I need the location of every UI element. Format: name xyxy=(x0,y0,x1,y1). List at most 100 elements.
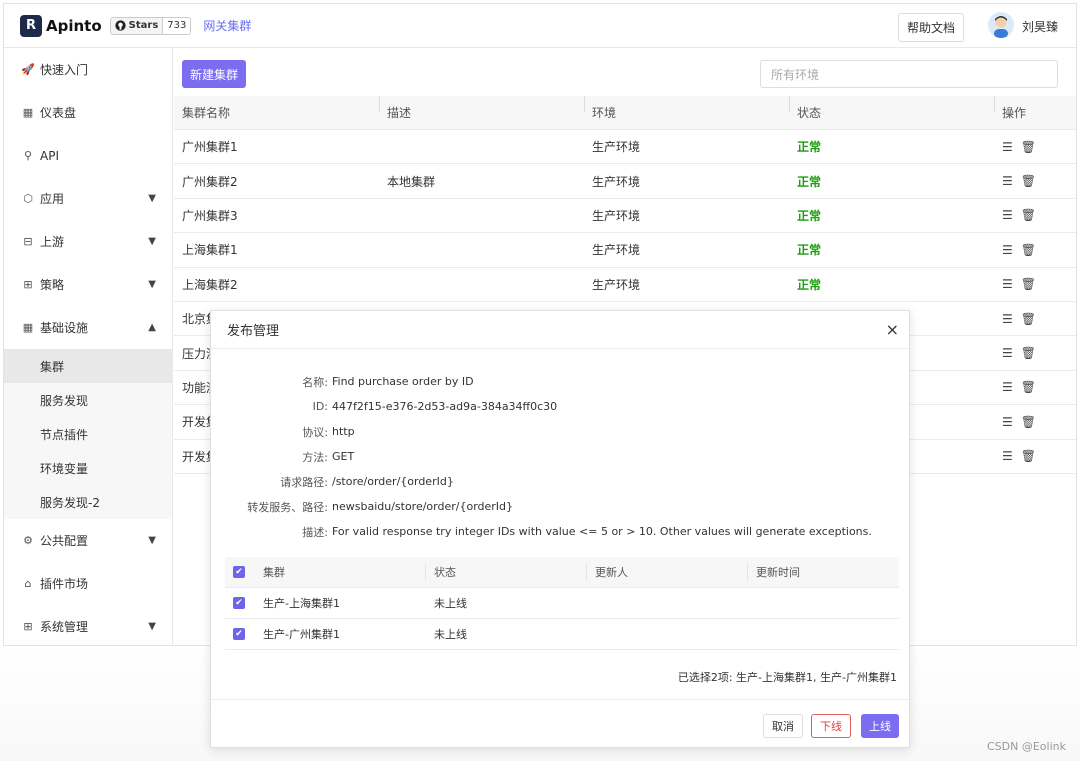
table-row[interactable]: 上海集群2 生产环境 正常 ☰ 🗑 xyxy=(174,268,1076,302)
sidebar-subitem-node-plugin[interactable]: 节点插件 xyxy=(4,417,172,451)
sidebar-item-infrastructure[interactable]: ▦ 基础设施 ▲ xyxy=(4,306,172,349)
sub-column-time: 更新时间 xyxy=(747,564,897,580)
table-row[interactable]: ✔ 生产-广州集群1 未上线 xyxy=(225,619,899,650)
delete-icon[interactable]: 🗑 xyxy=(1021,312,1036,326)
cell-status: 正常 xyxy=(797,277,822,292)
view-icon[interactable]: ☰ xyxy=(1002,277,1013,291)
view-icon[interactable]: ☰ xyxy=(1002,312,1013,326)
cancel-button[interactable]: 取消 xyxy=(763,714,803,738)
sidebar-item-plugin-market[interactable]: ⌂ 插件市场 xyxy=(4,562,172,605)
row-checkbox[interactable]: ✔ xyxy=(233,628,245,640)
cell-name: 广州集群2 xyxy=(182,174,238,189)
select-all-checkbox[interactable]: ✔ xyxy=(233,566,245,578)
chevron-down-icon: ▼ xyxy=(148,279,156,290)
sidebar-item-strategy[interactable]: ⊞ 策略 ▼ xyxy=(4,263,172,306)
column-header-name: 集群名称 xyxy=(182,106,231,120)
cell-status: 未上线 xyxy=(434,628,467,641)
close-icon[interactable]: × xyxy=(886,320,899,339)
cell-status: 未上线 xyxy=(434,597,467,610)
sidebar-item-common-config[interactable]: ⚙ 公共配置 ▼ xyxy=(4,519,172,562)
info-label: 请求路径: xyxy=(280,475,328,489)
sub-column-status: 状态 xyxy=(425,564,586,580)
table-row[interactable]: ✔ 生产-上海集群1 未上线 xyxy=(225,588,899,619)
infrastructure-icon: ▦ xyxy=(22,321,34,334)
sidebar-item-system[interactable]: ⊞ 系统管理 ▼ xyxy=(4,605,172,645)
offline-button[interactable]: 下线 xyxy=(811,714,851,738)
cell-actions: ☰ 🗑 xyxy=(994,208,1076,222)
help-docs-button[interactable]: 帮助文档 xyxy=(897,13,964,42)
cell-env: 生产环境 xyxy=(592,277,641,292)
cell-name: 广州集群3 xyxy=(182,208,238,223)
view-icon[interactable]: ☰ xyxy=(1002,380,1013,394)
cell-actions: ☰ 🗑 xyxy=(994,174,1076,188)
sidebar-subitem-discovery-2[interactable]: 服务发现-2 xyxy=(4,485,172,519)
sidebar-subitem-discovery[interactable]: 服务发现 xyxy=(4,383,172,417)
info-value: For valid response try integer IDs with … xyxy=(332,525,872,538)
table-row[interactable]: 上海集群1 生产环境 正常 ☰ 🗑 xyxy=(174,233,1076,268)
github-stars-count: 733 xyxy=(162,17,190,34)
logo[interactable]: R Apinto xyxy=(20,14,102,37)
username[interactable]: 刘昊臻 xyxy=(1022,18,1058,35)
avatar[interactable] xyxy=(988,12,1014,38)
publish-modal: 发布管理 × 名称: Find purchase order by ID ID: 4… xyxy=(210,310,910,748)
cell-env: 生产环境 xyxy=(592,174,641,189)
info-value: newsbaidu/store/order/{orderId} xyxy=(332,500,514,513)
github-button[interactable]: Stars xyxy=(110,17,163,34)
top-header: R Apinto Stars 733 网关集群 帮助文档 刘昊臻 xyxy=(4,4,1076,48)
info-row-id: ID: 447f2f15-e376-2d53-ad9a-384a34ff0c30 xyxy=(211,394,909,419)
sidebar-item-quickstart[interactable]: 🚀 快速入门 xyxy=(4,48,172,91)
sub-column-updater: 更新人 xyxy=(586,564,747,580)
table-row[interactable]: 广州集群2 本地集群 生产环境 正常 ☰ 🗑 xyxy=(174,164,1076,199)
view-icon[interactable]: ☰ xyxy=(1002,243,1013,257)
cell-actions: ☰ 🗑 xyxy=(994,380,1076,394)
delete-icon[interactable]: 🗑 xyxy=(1021,243,1036,257)
delete-icon[interactable]: 🗑 xyxy=(1021,346,1036,360)
view-icon[interactable]: ☰ xyxy=(1002,208,1013,222)
view-icon[interactable]: ☰ xyxy=(1002,174,1013,188)
cell-actions: ☰ 🗑 xyxy=(994,140,1076,154)
view-icon[interactable]: ☰ xyxy=(1002,415,1013,429)
selected-summary: 已选择2项: 生产-上海集群1, 生产-广州集群1 xyxy=(677,671,897,684)
view-icon[interactable]: ☰ xyxy=(1002,140,1013,154)
sidebar-item-dashboard[interactable]: ▦ 仪表盘 xyxy=(4,91,172,134)
breadcrumb[interactable]: 网关集群 xyxy=(203,17,251,34)
chevron-up-icon: ▲ xyxy=(148,322,156,333)
delete-icon[interactable]: 🗑 xyxy=(1021,174,1036,188)
api-icon: ⚲ xyxy=(23,149,33,162)
cell-status: 正常 xyxy=(797,208,822,223)
cell-env: 生产环境 xyxy=(592,243,641,258)
delete-icon[interactable]: 🗑 xyxy=(1021,449,1036,463)
system-icon: ⊞ xyxy=(23,620,33,633)
delete-icon[interactable]: 🗑 xyxy=(1021,380,1036,394)
sidebar-subitem-env-vars[interactable]: 环境变量 xyxy=(4,451,172,485)
view-icon[interactable]: ☰ xyxy=(1002,346,1013,360)
column-header-desc: 描述 xyxy=(379,96,584,121)
table-row[interactable]: 广州集群1 生产环境 正常 ☰ 🗑 xyxy=(174,130,1076,165)
delete-icon[interactable]: 🗑 xyxy=(1021,208,1036,222)
sidebar: 🚀 快速入门 ▦ 仪表盘 ⚲ API ⬡ 应用 ▼ ⊟ 上游 ▼ ⊞ 策略 ▼ … xyxy=(4,48,173,645)
sidebar-item-api[interactable]: ⚲ API xyxy=(4,134,172,177)
strategy-icon: ⊞ xyxy=(23,278,33,291)
info-label: 名称: xyxy=(302,375,328,389)
github-stars-badge[interactable]: Stars 733 xyxy=(109,16,192,35)
column-header-env: 环境 xyxy=(584,96,789,121)
delete-icon[interactable]: 🗑 xyxy=(1021,415,1036,429)
delete-icon[interactable]: 🗑 xyxy=(1021,277,1036,291)
sidebar-item-label: 系统管理 xyxy=(40,620,89,634)
sidebar-subitem-cluster[interactable]: 集群 xyxy=(4,349,172,383)
view-icon[interactable]: ☰ xyxy=(1002,449,1013,463)
table-row[interactable]: 广州集群3 生产环境 正常 ☰ 🗑 xyxy=(174,199,1076,234)
new-cluster-button[interactable]: 新建集群 xyxy=(182,60,247,88)
chevron-down-icon: ▼ xyxy=(148,193,156,204)
cell-desc: 本地集群 xyxy=(387,174,436,189)
cell-status: 正常 xyxy=(797,174,822,189)
sidebar-item-app[interactable]: ⬡ 应用 ▼ xyxy=(4,177,172,220)
sidebar-item-upstream[interactable]: ⊟ 上游 ▼ xyxy=(4,220,172,263)
delete-icon[interactable]: 🗑 xyxy=(1021,140,1036,154)
sub-column-cluster: 集群 xyxy=(263,566,285,579)
row-checkbox[interactable]: ✔ xyxy=(233,597,245,609)
cluster-select-table: ✔ 集群 状态 更新人 更新时间 ✔ 生产-上海集群1 未上线 ✔ 生产-广州集… xyxy=(225,557,899,650)
env-filter-select[interactable]: 所有环境 xyxy=(760,60,1058,88)
sidebar-item-label: 基础设施 xyxy=(40,321,89,335)
online-button[interactable]: 上线 xyxy=(861,714,899,738)
